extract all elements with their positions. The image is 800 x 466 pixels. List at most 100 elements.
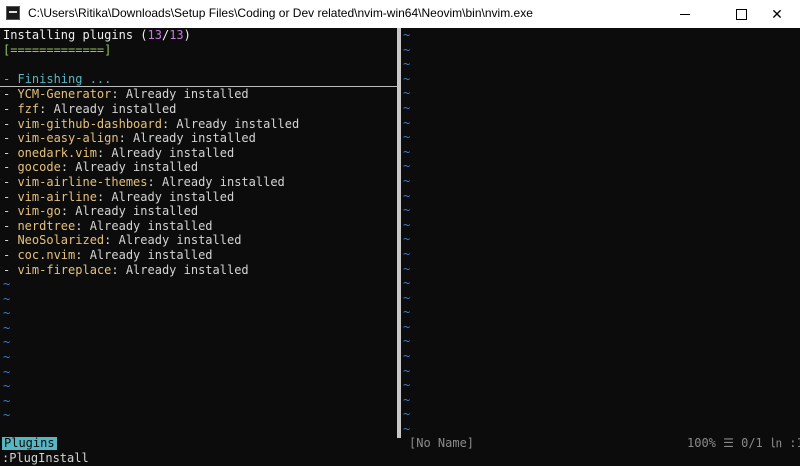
empty-line-tilde: ~ (403, 349, 411, 364)
empty-line-tilde: ~ (403, 28, 411, 42)
empty-line-tilde: ~ (403, 392, 411, 407)
plugin-name: gocode (17, 160, 61, 175)
plugin-status: : Already installed (96, 189, 235, 204)
plugin-row: - onedark.vim: Already installed (0, 146, 398, 161)
plugin-status: : Already installed (118, 131, 256, 146)
plugin-name: onedark.vim (17, 145, 97, 160)
total-count: 13 (169, 28, 184, 42)
empty-line-tilde: ~ (3, 291, 11, 306)
plugin-row: - nerdtree: Already installed (0, 219, 398, 234)
empty-line-tilde: ~ (403, 115, 411, 130)
empty-line-tilde: ~ (403, 71, 411, 86)
plugin-name: nerdtree (17, 218, 76, 233)
plugin-row: - vim-fireplace: Already installed (0, 263, 398, 278)
plugins-buffer-label: Plugins (2, 436, 57, 450)
plugin-name: vim-fireplace (17, 262, 112, 277)
empty-line-tilde: ~ (403, 144, 411, 159)
empty-line-tilde: ~ (403, 173, 411, 188)
plugin-row: - vim-go: Already installed (0, 204, 398, 219)
plugin-row: - YCM-Generator: Already installed (0, 87, 398, 102)
empty-line-tilde: ~ (403, 407, 411, 422)
done-count: 13 (147, 28, 162, 42)
terminal-area[interactable]: Installing plugins (13/13) [============… (0, 28, 800, 466)
finishing-status: - Finishing ... (0, 72, 398, 88)
plugin-dash: - (3, 189, 18, 204)
plugin-status: : Already installed (104, 233, 242, 248)
plugin-status: : Already installed (96, 145, 235, 160)
plugin-name: NeoSolarized (17, 233, 105, 248)
plugin-row: - vim-airline: Already installed (0, 190, 398, 205)
minimize-button[interactable] (662, 0, 708, 28)
empty-line-tilde: ~ (403, 305, 411, 320)
buffer-name: [No Name] (409, 436, 475, 450)
empty-line-tilde: ~ (403, 86, 411, 101)
empty-line-tilde: ~ (403, 422, 411, 436)
plugin-name: YCM-Generator (17, 87, 112, 102)
empty-line-tilde: ~ (403, 217, 411, 232)
plugin-row: - NeoSolarized: Already installed (0, 233, 398, 248)
plugin-name: vim-easy-align (17, 131, 119, 146)
empty-buffer-pane[interactable]: ~ ~ ~ ~ ~ ~ ~ ~ ~ ~ ~ ~ ~ ~ ~ ~ ~ ~ ~ ~ ~ ~ ~ ~ ~ ~ ~ ~ (400, 28, 800, 436)
statusline-right: [No Name] 100% ☰ 0/1 ㏑ :1 (401, 436, 800, 451)
empty-line-tilde: ~ (403, 246, 411, 261)
plugin-dash: - (3, 262, 18, 277)
minimize-icon (680, 13, 690, 15)
command-line[interactable]: :PlugInstall (0, 451, 800, 466)
progress-bar: [=============] (3, 42, 112, 57)
plugin-dash: - (3, 160, 18, 175)
plugin-row: - coc.nvim: Already installed (0, 248, 398, 263)
empty-line-tilde: ~ (403, 261, 411, 276)
plugin-status: : Already installed (111, 87, 249, 102)
plugin-status: : Already installed (60, 204, 199, 219)
install-header-close: ) (183, 28, 191, 42)
empty-line-tilde: ~ (3, 320, 11, 335)
plugin-dash: - (3, 101, 18, 116)
cursor-position: 100% ☰ 0/1 ㏑ :1 (687, 436, 800, 450)
maximize-icon (735, 8, 747, 20)
empty-line-tilde: ~ (403, 42, 411, 57)
window-title: C:\Users\Ritika\Downloads\Setup Files\Co… (28, 6, 533, 20)
empty-line-tilde: ~ (403, 159, 411, 174)
plugin-row: - vim-easy-align: Already installed (0, 131, 398, 146)
plugin-dash: - (3, 174, 18, 189)
plugin-status: : Already installed (161, 116, 300, 131)
plugin-status: : Already installed (111, 262, 249, 277)
plugin-status: : Already installed (147, 174, 285, 189)
empty-line-tilde: ~ (403, 203, 411, 218)
plugin-dash: - (3, 218, 18, 233)
plugin-name: vim-airline (17, 189, 97, 204)
empty-line-tilde: ~ (3, 379, 11, 394)
empty-line-tilde: ~ (403, 363, 411, 378)
plugin-row: - vim-airline-themes: Already installed (0, 175, 398, 190)
empty-line-tilde: ~ (403, 57, 411, 72)
empty-line-tilde: ~ (3, 350, 11, 365)
plugin-dash: - (3, 233, 18, 248)
plugin-dash: - (3, 87, 18, 102)
plugin-status: : Already installed (75, 218, 213, 233)
empty-line-tilde: ~ (3, 306, 11, 321)
close-icon: ✕ (771, 5, 783, 22)
plugin-name: vim-github-dashboard (17, 116, 162, 131)
install-header: Installing plugins (13/13) (0, 28, 398, 43)
plugin-name: vim-go (17, 204, 61, 219)
statusline: Plugins [No Name] 100% ☰ 0/1 ㏑ :1 (0, 436, 800, 451)
window-titlebar: C:\Users\Ritika\Downloads\Setup Files\Co… (0, 0, 800, 28)
empty-line-tilde: ~ (3, 364, 11, 379)
plugin-name: coc.nvim (17, 247, 76, 262)
plugin-dash: - (3, 131, 18, 146)
plugin-name: fzf (17, 101, 40, 116)
plugin-row: - fzf: Already installed (0, 102, 398, 117)
plugin-dash: - (3, 116, 18, 131)
plugin-status: : Already installed (60, 160, 199, 175)
empty-line-tilde: ~ (403, 276, 411, 291)
empty-line-tilde: ~ (403, 334, 411, 349)
plugin-row: - gocode: Already installed (0, 160, 398, 175)
plugin-row: - vim-github-dashboard: Already installe… (0, 117, 398, 132)
close-button[interactable]: ✕ (754, 0, 800, 28)
plugins-pane[interactable]: Installing plugins (13/13) [============… (0, 28, 398, 436)
plugin-status: : Already installed (39, 101, 177, 116)
plugin-name: vim-airline-themes (17, 174, 148, 189)
empty-line-tilde: ~ (3, 408, 11, 423)
plugin-status: : Already installed (75, 247, 213, 262)
